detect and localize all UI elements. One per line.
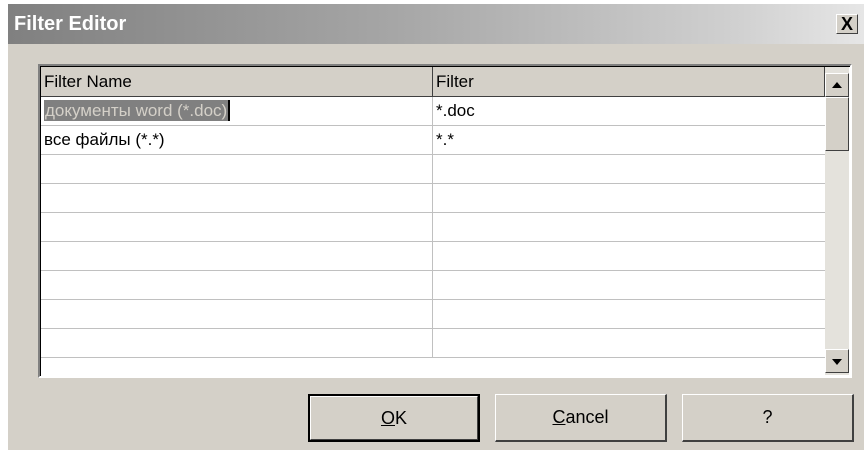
table-row[interactable]: документы word (*.doc) *.doc [41, 97, 825, 126]
filter-cell[interactable] [433, 213, 828, 241]
filter-cell[interactable]: *.doc [433, 97, 828, 125]
selected-text[interactable]: документы word (*.doc) [44, 100, 231, 121]
table-row[interactable]: все файлы (*.*) *.* [41, 126, 825, 155]
filter-name-cell[interactable] [41, 184, 433, 212]
filter-name-cell[interactable] [41, 271, 433, 299]
filter-name-cell[interactable] [41, 300, 433, 328]
column-header-filter-name[interactable]: Filter Name [41, 67, 433, 97]
filter-cell[interactable] [433, 271, 828, 299]
arrow-up-icon [832, 82, 842, 88]
table-row[interactable] [41, 242, 825, 271]
filter-cell[interactable]: *.* [433, 126, 828, 154]
close-button[interactable]: X [836, 14, 858, 34]
arrow-down-icon [832, 359, 842, 365]
table-row[interactable] [41, 184, 825, 213]
ok-label: OK [381, 408, 407, 428]
cancel-mnemonic: C [552, 407, 566, 427]
grid-inner: Filter Name Filter документы word (*.doc… [40, 66, 850, 376]
grid-rows: документы word (*.doc) *.doc все файлы (… [41, 97, 825, 358]
filter-name-cell[interactable]: документы word (*.doc) [41, 97, 433, 125]
table-row[interactable] [41, 300, 825, 329]
vertical-scrollbar[interactable] [825, 67, 849, 375]
ok-button[interactable]: OK [308, 394, 480, 442]
ok-label-rest: K [395, 408, 408, 428]
title-bar[interactable]: Filter Editor X [8, 4, 864, 44]
filter-editor-dialog: Filter Editor X Filter Name Filter докум… [8, 4, 864, 450]
filter-name-cell[interactable]: все файлы (*.*) [41, 126, 433, 154]
close-icon: X [840, 14, 853, 34]
help-button[interactable]: ? [682, 394, 854, 442]
filter-name-cell[interactable] [41, 329, 433, 357]
help-label: ? [762, 407, 773, 427]
cancel-label: Cancel [552, 407, 608, 427]
table-row[interactable] [41, 329, 825, 358]
filter-name-cell[interactable] [41, 155, 433, 183]
scroll-thumb[interactable] [825, 97, 849, 151]
filter-cell[interactable] [433, 184, 828, 212]
filter-cell[interactable] [433, 155, 828, 183]
filter-name-cell[interactable] [41, 242, 433, 270]
filter-cell[interactable] [433, 329, 828, 357]
table-row[interactable] [41, 155, 825, 184]
table-row[interactable] [41, 271, 825, 300]
column-header-filter[interactable]: Filter [433, 67, 825, 97]
filter-grid: Filter Name Filter документы word (*.doc… [38, 64, 852, 378]
table-row[interactable] [41, 213, 825, 242]
filter-name-cell[interactable] [41, 213, 433, 241]
scroll-up-button[interactable] [825, 73, 849, 97]
filter-cell[interactable] [433, 242, 828, 270]
cancel-button[interactable]: Cancel [495, 394, 667, 442]
filter-cell[interactable] [433, 300, 828, 328]
cancel-label-rest: ancel [565, 407, 609, 427]
scroll-down-button[interactable] [825, 349, 849, 373]
ok-mnemonic: O [380, 408, 395, 428]
window-title: Filter Editor [14, 13, 127, 35]
